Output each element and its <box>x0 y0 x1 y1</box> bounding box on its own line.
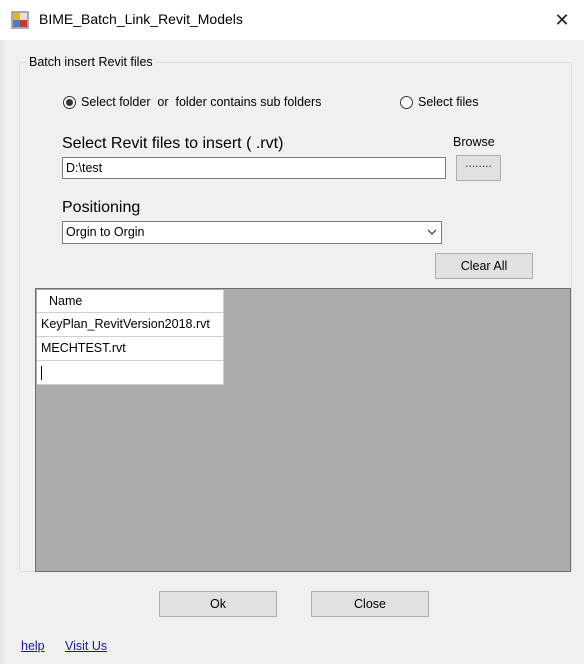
browse-button[interactable]: ........ <box>456 155 501 181</box>
title-bar: BIME_Batch_Link_Revit_Models ✕ <box>0 0 584 40</box>
close-button[interactable]: Close <box>311 591 429 617</box>
radio-unchecked-indicator[interactable] <box>400 95 413 109</box>
table-row[interactable]: MECHTEST.rvt <box>37 337 224 361</box>
clear-all-button[interactable]: Clear All <box>435 253 533 279</box>
group-title: Batch insert Revit files <box>26 55 156 69</box>
window-title: BIME_Batch_Link_Revit_Models <box>39 11 243 27</box>
radio-select-folder[interactable]: Select folder or folder contains sub fol… <box>63 95 321 109</box>
visit-us-link[interactable]: Visit Us <box>65 639 107 653</box>
ok-button[interactable]: Ok <box>159 591 277 617</box>
files-grid[interactable]: Name KeyPlan_RevitVersion2018.rvt MECHTE… <box>35 288 571 572</box>
radio-checked-indicator[interactable] <box>63 95 76 109</box>
help-link[interactable]: help <box>21 639 45 653</box>
grid-column-header-name[interactable]: Name <box>37 290 224 313</box>
window-frame <box>0 40 4 664</box>
text-cursor <box>41 365 42 380</box>
chevron-down-icon[interactable] <box>427 227 437 237</box>
app-icon <box>11 11 29 29</box>
radio-select-folder-label: Select folder or folder contains sub fol… <box>81 95 322 109</box>
radio-select-files[interactable]: Select files <box>400 95 478 109</box>
browse-label: Browse <box>453 135 495 149</box>
positioning-select[interactable]: Orgin to Orgin <box>62 221 442 244</box>
close-icon[interactable]: ✕ <box>548 9 576 31</box>
table-row-new[interactable] <box>37 361 224 385</box>
table-row[interactable]: KeyPlan_RevitVersion2018.rvt <box>37 313 224 337</box>
files-label: Select Revit files to insert ( .rvt) <box>62 135 284 152</box>
radio-select-files-label: Select files <box>418 95 479 109</box>
positioning-label: Positioning <box>62 199 141 216</box>
path-input[interactable]: D:\test <box>62 157 446 179</box>
positioning-selected-value: Orgin to Orgin <box>66 225 145 239</box>
